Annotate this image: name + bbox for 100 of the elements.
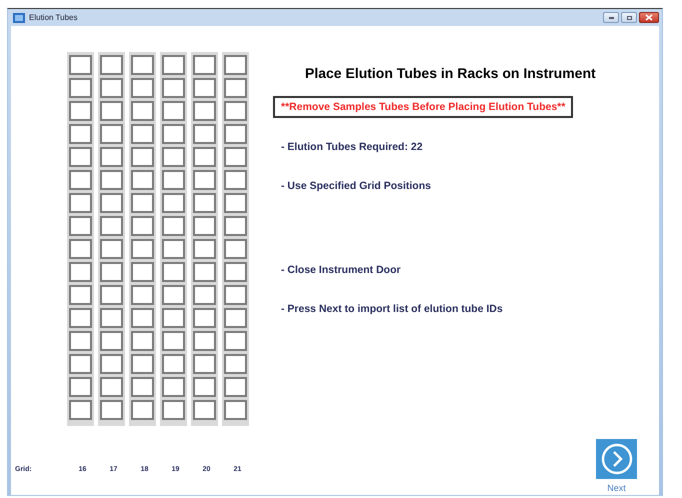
tube-slot[interactable] xyxy=(100,147,123,167)
tube-slot[interactable] xyxy=(131,308,154,328)
tube-slot[interactable] xyxy=(224,331,247,351)
tube-slot[interactable] xyxy=(69,124,92,144)
tube-slot[interactable] xyxy=(69,216,92,236)
tube-slot[interactable] xyxy=(162,147,185,167)
tube-slot[interactable] xyxy=(100,400,123,420)
tube-slot[interactable] xyxy=(69,170,92,190)
tube-slot[interactable] xyxy=(131,55,154,75)
tube-slot[interactable] xyxy=(100,308,123,328)
tube-slot[interactable] xyxy=(224,193,247,213)
tube-slot[interactable] xyxy=(224,170,247,190)
tube-slot[interactable] xyxy=(162,170,185,190)
tube-slot[interactable] xyxy=(224,285,247,305)
tube-slot[interactable] xyxy=(131,78,154,98)
tube-slot[interactable] xyxy=(100,193,123,213)
tube-slot[interactable] xyxy=(131,216,154,236)
tube-slot[interactable] xyxy=(224,308,247,328)
tube-slot[interactable] xyxy=(100,262,123,282)
tube-slot[interactable] xyxy=(193,216,216,236)
tube-slot[interactable] xyxy=(162,262,185,282)
tube-slot[interactable] xyxy=(100,78,123,98)
tube-slot[interactable] xyxy=(131,239,154,259)
tube-slot[interactable] xyxy=(131,377,154,397)
tube-slot[interactable] xyxy=(162,331,185,351)
tube-slot[interactable] xyxy=(131,101,154,121)
tube-slot[interactable] xyxy=(100,331,123,351)
tube-slot[interactable] xyxy=(131,262,154,282)
tube-slot[interactable] xyxy=(193,101,216,121)
tube-slot[interactable] xyxy=(162,55,185,75)
tube-slot[interactable] xyxy=(69,354,92,374)
tube-slot[interactable] xyxy=(131,354,154,374)
tube-slot[interactable] xyxy=(193,147,216,167)
tube-slot[interactable] xyxy=(193,400,216,420)
next-button[interactable] xyxy=(596,439,637,479)
tube-slot[interactable] xyxy=(131,170,154,190)
tube-slot[interactable] xyxy=(224,55,247,75)
tube-slot[interactable] xyxy=(100,377,123,397)
tube-slot[interactable] xyxy=(193,170,216,190)
tube-slot[interactable] xyxy=(69,285,92,305)
tube-slot[interactable] xyxy=(162,377,185,397)
tube-slot[interactable] xyxy=(193,285,216,305)
tube-slot[interactable] xyxy=(193,78,216,98)
tube-slot[interactable] xyxy=(69,400,92,420)
tube-slot[interactable] xyxy=(100,170,123,190)
tube-slot[interactable] xyxy=(224,400,247,420)
tube-slot[interactable] xyxy=(131,124,154,144)
tube-slot[interactable] xyxy=(224,101,247,121)
tube-slot[interactable] xyxy=(69,55,92,75)
tube-slot[interactable] xyxy=(69,101,92,121)
maximize-button[interactable] xyxy=(621,12,637,23)
tube-slot[interactable] xyxy=(224,377,247,397)
tube-slot[interactable] xyxy=(193,239,216,259)
tube-slot[interactable] xyxy=(224,124,247,144)
tube-slot[interactable] xyxy=(224,78,247,98)
tube-slot[interactable] xyxy=(193,193,216,213)
tube-slot[interactable] xyxy=(193,124,216,144)
tube-slot[interactable] xyxy=(162,308,185,328)
tube-slot[interactable] xyxy=(193,354,216,374)
tube-slot[interactable] xyxy=(69,308,92,328)
minimize-button[interactable] xyxy=(603,12,619,23)
tube-slot[interactable] xyxy=(69,78,92,98)
tube-slot[interactable] xyxy=(131,193,154,213)
tube-slot[interactable] xyxy=(193,262,216,282)
tube-slot[interactable] xyxy=(193,55,216,75)
tube-slot[interactable] xyxy=(162,193,185,213)
tube-slot[interactable] xyxy=(131,147,154,167)
tube-slot[interactable] xyxy=(193,331,216,351)
tube-slot[interactable] xyxy=(69,239,92,259)
tube-slot[interactable] xyxy=(69,377,92,397)
tube-slot[interactable] xyxy=(69,262,92,282)
tube-slot[interactable] xyxy=(69,331,92,351)
tube-slot[interactable] xyxy=(224,216,247,236)
tube-slot[interactable] xyxy=(69,193,92,213)
tube-slot[interactable] xyxy=(162,354,185,374)
tube-slot[interactable] xyxy=(162,78,185,98)
tube-slot[interactable] xyxy=(224,262,247,282)
tube-slot[interactable] xyxy=(100,285,123,305)
tube-slot[interactable] xyxy=(162,216,185,236)
tube-slot[interactable] xyxy=(100,101,123,121)
tube-slot[interactable] xyxy=(100,55,123,75)
tube-slot[interactable] xyxy=(224,354,247,374)
tube-slot[interactable] xyxy=(162,124,185,144)
tube-slot[interactable] xyxy=(100,354,123,374)
tube-slot[interactable] xyxy=(100,216,123,236)
tube-slot[interactable] xyxy=(69,147,92,167)
tube-slot[interactable] xyxy=(131,331,154,351)
tube-slot[interactable] xyxy=(131,400,154,420)
tube-slot[interactable] xyxy=(100,124,123,144)
tube-slot[interactable] xyxy=(162,101,185,121)
tube-slot[interactable] xyxy=(193,377,216,397)
close-button[interactable] xyxy=(639,12,659,23)
tube-slot[interactable] xyxy=(162,239,185,259)
tube-slot[interactable] xyxy=(162,400,185,420)
tube-slot[interactable] xyxy=(224,147,247,167)
tube-slot[interactable] xyxy=(131,285,154,305)
tube-slot[interactable] xyxy=(224,239,247,259)
tube-slot[interactable] xyxy=(193,308,216,328)
tube-slot[interactable] xyxy=(162,285,185,305)
tube-slot[interactable] xyxy=(100,239,123,259)
